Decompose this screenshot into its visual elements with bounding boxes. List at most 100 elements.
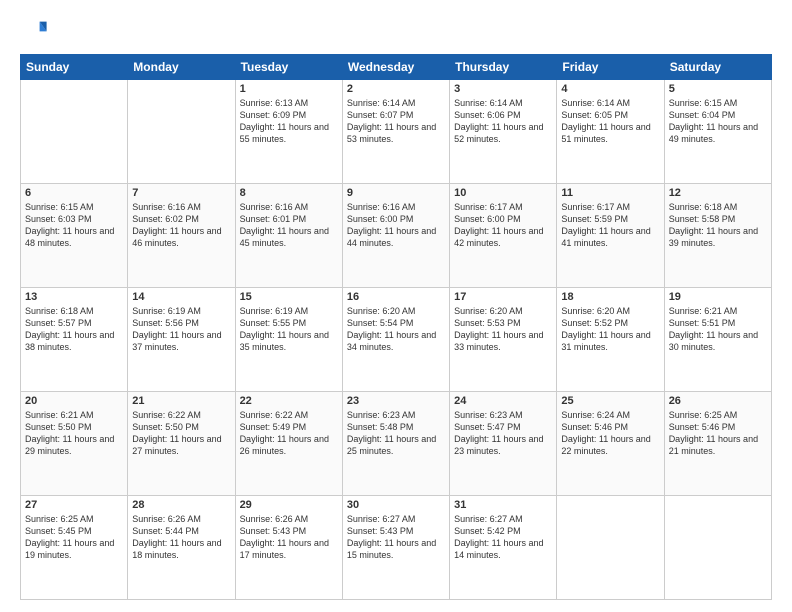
day-number: 20 — [25, 395, 123, 407]
day-number: 15 — [240, 291, 338, 303]
day-number: 17 — [454, 291, 552, 303]
day-info: Sunrise: 6:14 AM Sunset: 6:06 PM Dayligh… — [454, 97, 552, 146]
day-info: Sunrise: 6:18 AM Sunset: 5:57 PM Dayligh… — [25, 305, 123, 354]
day-info: Sunrise: 6:19 AM Sunset: 5:56 PM Dayligh… — [132, 305, 230, 354]
calendar-cell: 24 Sunrise: 6:23 AM Sunset: 5:47 PM Dayli… — [450, 392, 557, 496]
header — [20, 16, 772, 44]
day-info: Sunrise: 6:17 AM Sunset: 6:00 PM Dayligh… — [454, 201, 552, 250]
calendar-cell: 17 Sunrise: 6:20 AM Sunset: 5:53 PM Dayli… — [450, 288, 557, 392]
week-row-4: 27 Sunrise: 6:25 AM Sunset: 5:45 PM Dayli… — [21, 496, 772, 600]
day-info: Sunrise: 6:20 AM Sunset: 5:53 PM Dayligh… — [454, 305, 552, 354]
day-info: Sunrise: 6:22 AM Sunset: 5:49 PM Dayligh… — [240, 409, 338, 458]
day-number: 16 — [347, 291, 445, 303]
day-info: Sunrise: 6:27 AM Sunset: 5:43 PM Dayligh… — [347, 513, 445, 562]
calendar-cell: 30 Sunrise: 6:27 AM Sunset: 5:43 PM Dayli… — [342, 496, 449, 600]
day-number: 19 — [669, 291, 767, 303]
weekday-header-tuesday: Tuesday — [235, 55, 342, 80]
weekday-header-monday: Monday — [128, 55, 235, 80]
week-row-3: 20 Sunrise: 6:21 AM Sunset: 5:50 PM Dayli… — [21, 392, 772, 496]
day-info: Sunrise: 6:23 AM Sunset: 5:47 PM Dayligh… — [454, 409, 552, 458]
day-info: Sunrise: 6:14 AM Sunset: 6:07 PM Dayligh… — [347, 97, 445, 146]
day-info: Sunrise: 6:15 AM Sunset: 6:03 PM Dayligh… — [25, 201, 123, 250]
day-number: 22 — [240, 395, 338, 407]
day-number: 21 — [132, 395, 230, 407]
calendar-cell: 19 Sunrise: 6:21 AM Sunset: 5:51 PM Dayli… — [664, 288, 771, 392]
day-number: 2 — [347, 83, 445, 95]
page: SundayMondayTuesdayWednesdayThursdayFrid… — [0, 0, 792, 612]
calendar-cell: 16 Sunrise: 6:20 AM Sunset: 5:54 PM Dayli… — [342, 288, 449, 392]
calendar-cell: 7Sunrise: 6:16 AM Sunset: 6:02 PM Daylig… — [128, 184, 235, 288]
day-info: Sunrise: 6:20 AM Sunset: 5:54 PM Dayligh… — [347, 305, 445, 354]
day-info: Sunrise: 6:19 AM Sunset: 5:55 PM Dayligh… — [240, 305, 338, 354]
day-number: 30 — [347, 499, 445, 511]
calendar-cell: 10 Sunrise: 6:17 AM Sunset: 6:00 PM Dayli… — [450, 184, 557, 288]
calendar-cell: 2 Sunrise: 6:14 AM Sunset: 6:07 PM Daylig… — [342, 80, 449, 184]
calendar-cell: 11Sunrise: 6:17 AM Sunset: 5:59 PM Dayli… — [557, 184, 664, 288]
day-number: 8 — [240, 187, 338, 199]
weekday-header-row: SundayMondayTuesdayWednesdayThursdayFrid… — [21, 55, 772, 80]
calendar-cell: 23 Sunrise: 6:23 AM Sunset: 5:48 PM Dayli… — [342, 392, 449, 496]
day-number: 26 — [669, 395, 767, 407]
day-number: 5 — [669, 83, 767, 95]
day-info: Sunrise: 6:16 AM Sunset: 6:00 PM Dayligh… — [347, 201, 445, 250]
logo — [20, 16, 52, 44]
calendar: SundayMondayTuesdayWednesdayThursdayFrid… — [20, 54, 772, 600]
day-number: 4 — [561, 83, 659, 95]
calendar-cell: 22 Sunrise: 6:22 AM Sunset: 5:49 PM Dayli… — [235, 392, 342, 496]
day-number: 13 — [25, 291, 123, 303]
calendar-cell: 12 Sunrise: 6:18 AM Sunset: 5:58 PM Dayli… — [664, 184, 771, 288]
day-number: 12 — [669, 187, 767, 199]
day-info: Sunrise: 6:14 AM Sunset: 6:05 PM Dayligh… — [561, 97, 659, 146]
weekday-header-saturday: Saturday — [664, 55, 771, 80]
day-info: Sunrise: 6:22 AM Sunset: 5:50 PM Dayligh… — [132, 409, 230, 458]
day-number: 3 — [454, 83, 552, 95]
day-number: 14 — [132, 291, 230, 303]
calendar-cell: 27 Sunrise: 6:25 AM Sunset: 5:45 PM Dayli… — [21, 496, 128, 600]
calendar-cell: 5 Sunrise: 6:15 AM Sunset: 6:04 PM Daylig… — [664, 80, 771, 184]
calendar-cell: 29Sunrise: 6:26 AM Sunset: 5:43 PM Dayli… — [235, 496, 342, 600]
day-number: 29 — [240, 499, 338, 511]
day-info: Sunrise: 6:23 AM Sunset: 5:48 PM Dayligh… — [347, 409, 445, 458]
calendar-cell: 14 Sunrise: 6:19 AM Sunset: 5:56 PM Dayli… — [128, 288, 235, 392]
day-info: Sunrise: 6:13 AM Sunset: 6:09 PM Dayligh… — [240, 97, 338, 146]
day-info: Sunrise: 6:16 AM Sunset: 6:02 PM Dayligh… — [132, 201, 230, 250]
day-info: Sunrise: 6:20 AM Sunset: 5:52 PM Dayligh… — [561, 305, 659, 354]
calendar-cell: 6 Sunrise: 6:15 AM Sunset: 6:03 PM Daylig… — [21, 184, 128, 288]
day-info: Sunrise: 6:17 AM Sunset: 5:59 PM Dayligh… — [561, 201, 659, 250]
day-info: Sunrise: 6:25 AM Sunset: 5:45 PM Dayligh… — [25, 513, 123, 562]
day-info: Sunrise: 6:27 AM Sunset: 5:42 PM Dayligh… — [454, 513, 552, 562]
calendar-cell — [21, 80, 128, 184]
day-number: 18 — [561, 291, 659, 303]
day-number: 28 — [132, 499, 230, 511]
day-number: 27 — [25, 499, 123, 511]
day-info: Sunrise: 6:25 AM Sunset: 5:46 PM Dayligh… — [669, 409, 767, 458]
calendar-cell: 1Sunrise: 6:13 AM Sunset: 6:09 PM Daylig… — [235, 80, 342, 184]
calendar-cell: 26 Sunrise: 6:25 AM Sunset: 5:46 PM Dayli… — [664, 392, 771, 496]
day-number: 23 — [347, 395, 445, 407]
week-row-1: 6 Sunrise: 6:15 AM Sunset: 6:03 PM Daylig… — [21, 184, 772, 288]
calendar-cell: 13 Sunrise: 6:18 AM Sunset: 5:57 PM Dayli… — [21, 288, 128, 392]
calendar-cell — [128, 80, 235, 184]
day-number: 31 — [454, 499, 552, 511]
week-row-2: 13 Sunrise: 6:18 AM Sunset: 5:57 PM Dayli… — [21, 288, 772, 392]
day-info: Sunrise: 6:18 AM Sunset: 5:58 PM Dayligh… — [669, 201, 767, 250]
day-info: Sunrise: 6:26 AM Sunset: 5:44 PM Dayligh… — [132, 513, 230, 562]
day-info: Sunrise: 6:24 AM Sunset: 5:46 PM Dayligh… — [561, 409, 659, 458]
calendar-cell: 15 Sunrise: 6:19 AM Sunset: 5:55 PM Dayli… — [235, 288, 342, 392]
day-number: 10 — [454, 187, 552, 199]
logo-icon — [20, 16, 48, 44]
calendar-cell — [557, 496, 664, 600]
day-info: Sunrise: 6:21 AM Sunset: 5:50 PM Dayligh… — [25, 409, 123, 458]
weekday-header-wednesday: Wednesday — [342, 55, 449, 80]
day-info: Sunrise: 6:15 AM Sunset: 6:04 PM Dayligh… — [669, 97, 767, 146]
calendar-cell: 18 Sunrise: 6:20 AM Sunset: 5:52 PM Dayli… — [557, 288, 664, 392]
calendar-cell: 9Sunrise: 6:16 AM Sunset: 6:00 PM Daylig… — [342, 184, 449, 288]
calendar-cell: 31 Sunrise: 6:27 AM Sunset: 5:42 PM Dayli… — [450, 496, 557, 600]
weekday-header-sunday: Sunday — [21, 55, 128, 80]
day-info: Sunrise: 6:16 AM Sunset: 6:01 PM Dayligh… — [240, 201, 338, 250]
calendar-cell: 4 Sunrise: 6:14 AM Sunset: 6:05 PM Daylig… — [557, 80, 664, 184]
day-info: Sunrise: 6:21 AM Sunset: 5:51 PM Dayligh… — [669, 305, 767, 354]
day-number: 24 — [454, 395, 552, 407]
calendar-cell: 8 Sunrise: 6:16 AM Sunset: 6:01 PM Daylig… — [235, 184, 342, 288]
day-number: 6 — [25, 187, 123, 199]
